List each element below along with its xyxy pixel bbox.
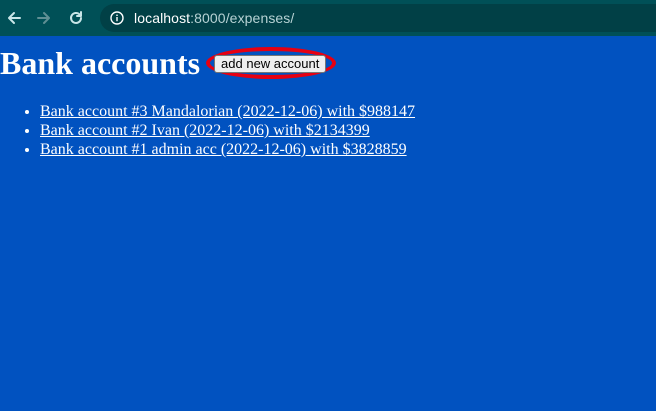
heading-row: Bank accounts add new account	[0, 44, 337, 82]
info-icon[interactable]	[110, 11, 124, 25]
add-account-wrapper: add new account	[206, 47, 337, 79]
back-button[interactable]	[4, 8, 24, 28]
page-content: Bank accounts add new account Bank accou…	[0, 36, 656, 411]
url-host: localhost	[134, 10, 191, 26]
arrow-left-icon	[6, 10, 22, 26]
list-item: Bank account #3 Mandalorian (2022-12-06)…	[40, 102, 415, 121]
arrow-right-icon	[36, 10, 52, 26]
browser-toolbar: localhost:8000/expenses/	[0, 0, 656, 36]
bank-account-link[interactable]: Bank account #1 admin acc (2022-12-06) w…	[40, 141, 407, 158]
list-item: Bank account #2 Ivan (2022-12-06) with $…	[40, 121, 415, 140]
list-item: Bank account #1 admin acc (2022-12-06) w…	[40, 140, 415, 159]
url-path: :8000/expenses/	[190, 10, 295, 26]
bank-account-list: Bank account #3 Mandalorian (2022-12-06)…	[0, 102, 415, 159]
url-text[interactable]: localhost:8000/expenses/	[134, 10, 294, 26]
reload-icon	[68, 10, 84, 26]
page-title: Bank accounts	[0, 45, 201, 81]
reload-button[interactable]	[66, 8, 86, 28]
bank-account-link[interactable]: Bank account #3 Mandalorian (2022-12-06)…	[40, 103, 415, 120]
address-bar[interactable]: localhost:8000/expenses/	[100, 4, 656, 32]
add-new-account-button[interactable]: add new account	[214, 55, 327, 73]
forward-button[interactable]	[34, 8, 54, 28]
bank-account-link[interactable]: Bank account #2 Ivan (2022-12-06) with $…	[40, 122, 370, 139]
